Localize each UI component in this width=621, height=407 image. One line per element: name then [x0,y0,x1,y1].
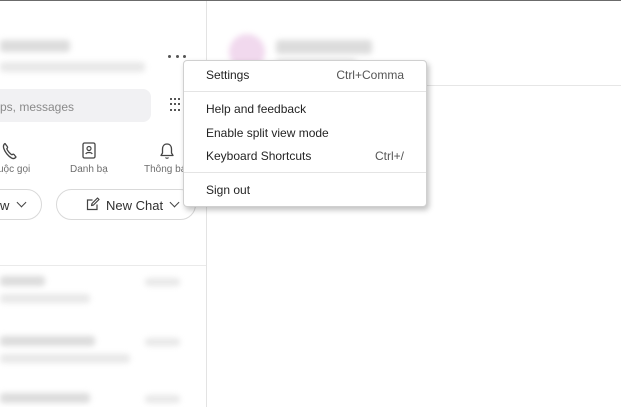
menu-item-keyboard-shortcuts[interactable]: Keyboard Shortcuts Ctrl+/ [184,145,426,167]
menu-item-settings[interactable]: Settings Ctrl+Comma [184,64,426,86]
menu-item-label: Keyboard Shortcuts [206,149,312,163]
menu-separator [184,172,426,173]
nav-calls-label: uộc gọi [0,164,31,175]
profile-name-blurred [0,40,70,52]
menu-item-label: Help and feedback [206,102,307,116]
menu-separator [184,91,426,92]
compose-icon [86,197,100,211]
more-horizontal-icon [168,54,171,58]
menu-item-label: Enable split view mode [206,126,329,140]
menu-item-split-view[interactable]: Enable split view mode [184,122,426,144]
menu-item-sign-out[interactable]: Sign out [184,179,426,201]
phone-icon [2,142,17,160]
profile-status-blurred [0,62,145,72]
filter-dropdown-label: w [0,198,10,213]
menu-item-label: Settings [206,68,250,82]
new-chat-label: New Chat [106,198,164,213]
nav-contacts-label: Danh bạ [70,164,108,175]
nav-notifications-label: Thông bá [144,164,187,175]
more-options-menu: Settings Ctrl+Comma Help and feedback En… [183,60,427,207]
menu-item-label: Sign out [206,183,251,197]
bell-icon [160,143,174,159]
contacts-book-icon [82,142,96,159]
chat-title-blurred [276,40,372,54]
search-placeholder: ps, messages [0,100,75,114]
menu-item-help-feedback[interactable]: Help and feedback [184,98,426,120]
menu-item-shortcut: Ctrl+Comma [336,68,404,82]
dialpad-icon[interactable] [170,98,180,112]
left-pane-separator [0,265,206,266]
menu-item-shortcut: Ctrl+/ [374,149,404,163]
